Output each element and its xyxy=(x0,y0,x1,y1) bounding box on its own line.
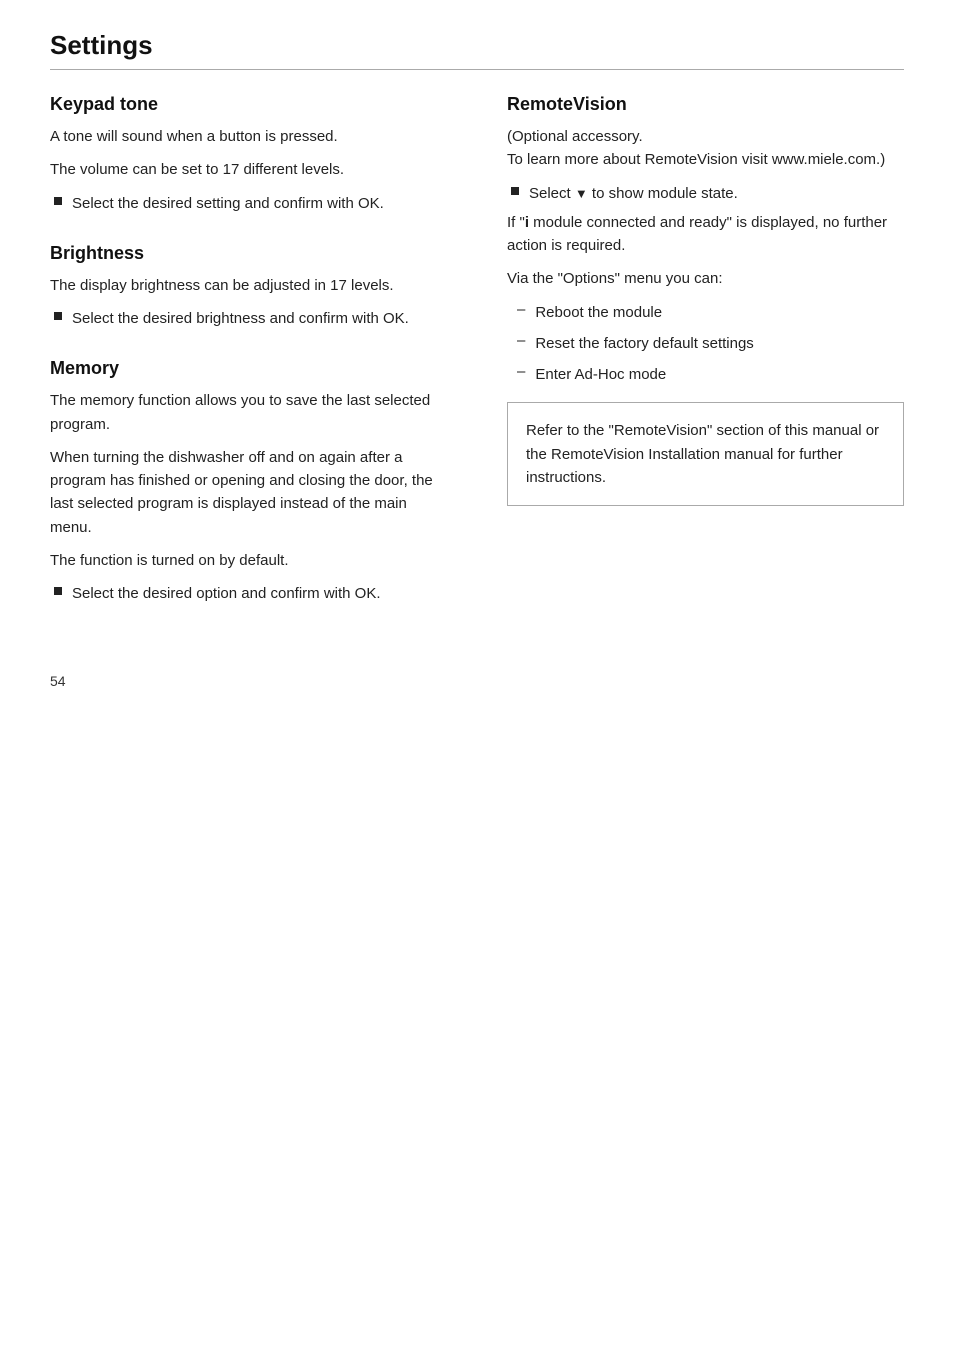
section-remotevision: RemoteVision (Optional accessory.To lear… xyxy=(507,94,904,506)
keypad-tone-bullet-1: Select the desired setting and confirm w… xyxy=(50,192,447,215)
remotevision-para-1: (Optional accessory.To learn more about … xyxy=(507,125,904,172)
memory-bullet-1: Select the desired option and confirm wi… xyxy=(50,582,447,605)
dash-symbol-icon: – xyxy=(517,332,525,349)
brightness-title: Brightness xyxy=(50,243,447,264)
remotevision-title: RemoteVision xyxy=(507,94,904,115)
bullet-square-icon xyxy=(54,197,62,205)
brightness-bullet-text: Select the desired brightness and confir… xyxy=(72,307,409,330)
remotevision-dash-1: – Reboot the module xyxy=(507,301,904,324)
keypad-tone-title: Keypad tone xyxy=(50,94,447,115)
bullet-square-icon xyxy=(511,187,519,195)
content-grid: Keypad tone A tone will sound when a but… xyxy=(50,94,904,633)
remotevision-select-text: Select ▼ to show module state. xyxy=(529,182,738,205)
dash-symbol-icon: – xyxy=(517,301,525,318)
memory-para-2: When turning the dishwasher off and on a… xyxy=(50,446,447,539)
remotevision-dash-text-2: Reset the factory default settings xyxy=(535,332,753,355)
dash-symbol-icon: – xyxy=(517,363,525,380)
remotevision-via-text: Via the "Options" menu you can: xyxy=(507,267,904,290)
keypad-tone-bullet-text: Select the desired setting and confirm w… xyxy=(72,192,384,215)
section-brightness: Brightness The display brightness can be… xyxy=(50,243,447,331)
page-title: Settings xyxy=(50,30,153,60)
section-keypad-tone: Keypad tone A tone will sound when a but… xyxy=(50,94,447,215)
remotevision-dash-text-3: Enter Ad-Hoc mode xyxy=(535,363,666,386)
page-header: Settings xyxy=(50,30,904,70)
info-box-text: Refer to the "RemoteVision" section of t… xyxy=(526,422,879,486)
bullet-square-icon xyxy=(54,312,62,320)
page-number: 54 xyxy=(50,673,904,689)
brightness-bullet-1: Select the desired brightness and confir… xyxy=(50,307,447,330)
memory-para-3: The function is turned on by default. xyxy=(50,549,447,572)
down-triangle-icon: ▼ xyxy=(575,184,588,204)
remotevision-inline-text: If "i module connected and ready" is dis… xyxy=(507,211,904,258)
section-memory: Memory The memory function allows you to… xyxy=(50,358,447,605)
memory-para-1: The memory function allows you to save t… xyxy=(50,389,447,436)
memory-title: Memory xyxy=(50,358,447,379)
bold-i-symbol: i xyxy=(525,214,529,231)
right-column: RemoteVision (Optional accessory.To lear… xyxy=(497,94,904,633)
remotevision-dash-2: – Reset the factory default settings xyxy=(507,332,904,355)
memory-bullet-text: Select the desired option and confirm wi… xyxy=(72,582,381,605)
left-column: Keypad tone A tone will sound when a but… xyxy=(50,94,457,633)
keypad-tone-para-1: A tone will sound when a button is press… xyxy=(50,125,447,148)
remotevision-dash-text-1: Reboot the module xyxy=(535,301,662,324)
brightness-para-1: The display brightness can be adjusted i… xyxy=(50,274,447,297)
remotevision-dash-3: – Enter Ad-Hoc mode xyxy=(507,363,904,386)
keypad-tone-para-2: The volume can be set to 17 different le… xyxy=(50,158,447,181)
remotevision-select-bullet: Select ▼ to show module state. xyxy=(507,182,904,205)
remotevision-info-box: Refer to the "RemoteVision" section of t… xyxy=(507,402,904,506)
bullet-square-icon xyxy=(54,587,62,595)
